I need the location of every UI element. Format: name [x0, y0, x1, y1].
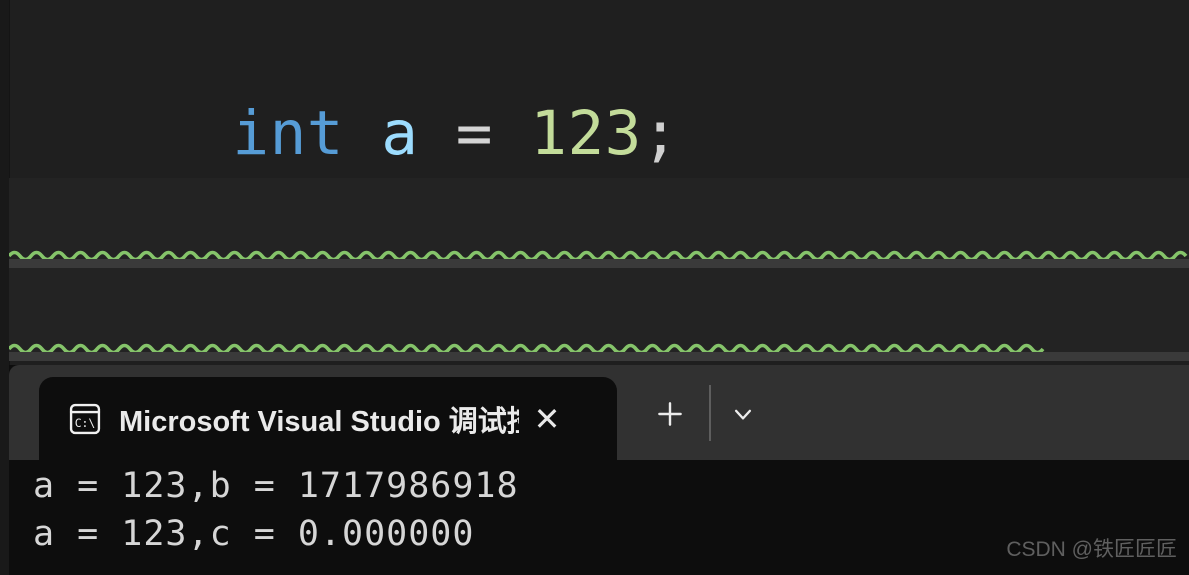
chevron-down-icon[interactable]: [716, 387, 770, 441]
terminal-output-line: a = 123,b = 1717986918: [33, 466, 519, 506]
watermark: CSDN @铁匠匠匠: [1006, 538, 1177, 561]
code-line-1[interactable]: int a = 123;: [9, 2, 1189, 169]
command-prompt-icon: C:\: [65, 399, 105, 439]
terminal-gutter: [0, 365, 9, 575]
vscode-window: int a = 123; double b = 58.8, c = 1.0; p…: [0, 0, 1189, 575]
terminal-tab-strip: C:\ Microsoft Visual Studio 调试控 ✕: [9, 365, 1189, 460]
terminal-panel: C:\ Microsoft Visual Studio 调试控 ✕ a = 12…: [0, 365, 1189, 575]
svg-text:C:\: C:\: [75, 416, 96, 430]
line-separator-bar: [9, 259, 1189, 268]
terminal-tab-active[interactable]: C:\ Microsoft Visual Studio 调试控 ✕: [39, 377, 617, 460]
error-squiggle-line-4: [9, 341, 1189, 352]
code-editor[interactable]: int a = 123; double b = 58.8, c = 1.0; p…: [0, 0, 1189, 365]
code-line-2[interactable]: double b = 58.8, c = 1.0;: [9, 90, 1189, 257]
error-squiggle-line-3: [9, 248, 1189, 259]
terminal-tab-title: Microsoft Visual Studio 调试控: [119, 405, 519, 438]
toolbar-separator: [709, 385, 711, 441]
close-icon[interactable]: ✕: [519, 391, 575, 447]
line-separator-bar: [9, 352, 1189, 361]
terminal-output-line: a = 123,c = 0.000000: [33, 514, 475, 554]
new-terminal-button[interactable]: [643, 387, 697, 441]
